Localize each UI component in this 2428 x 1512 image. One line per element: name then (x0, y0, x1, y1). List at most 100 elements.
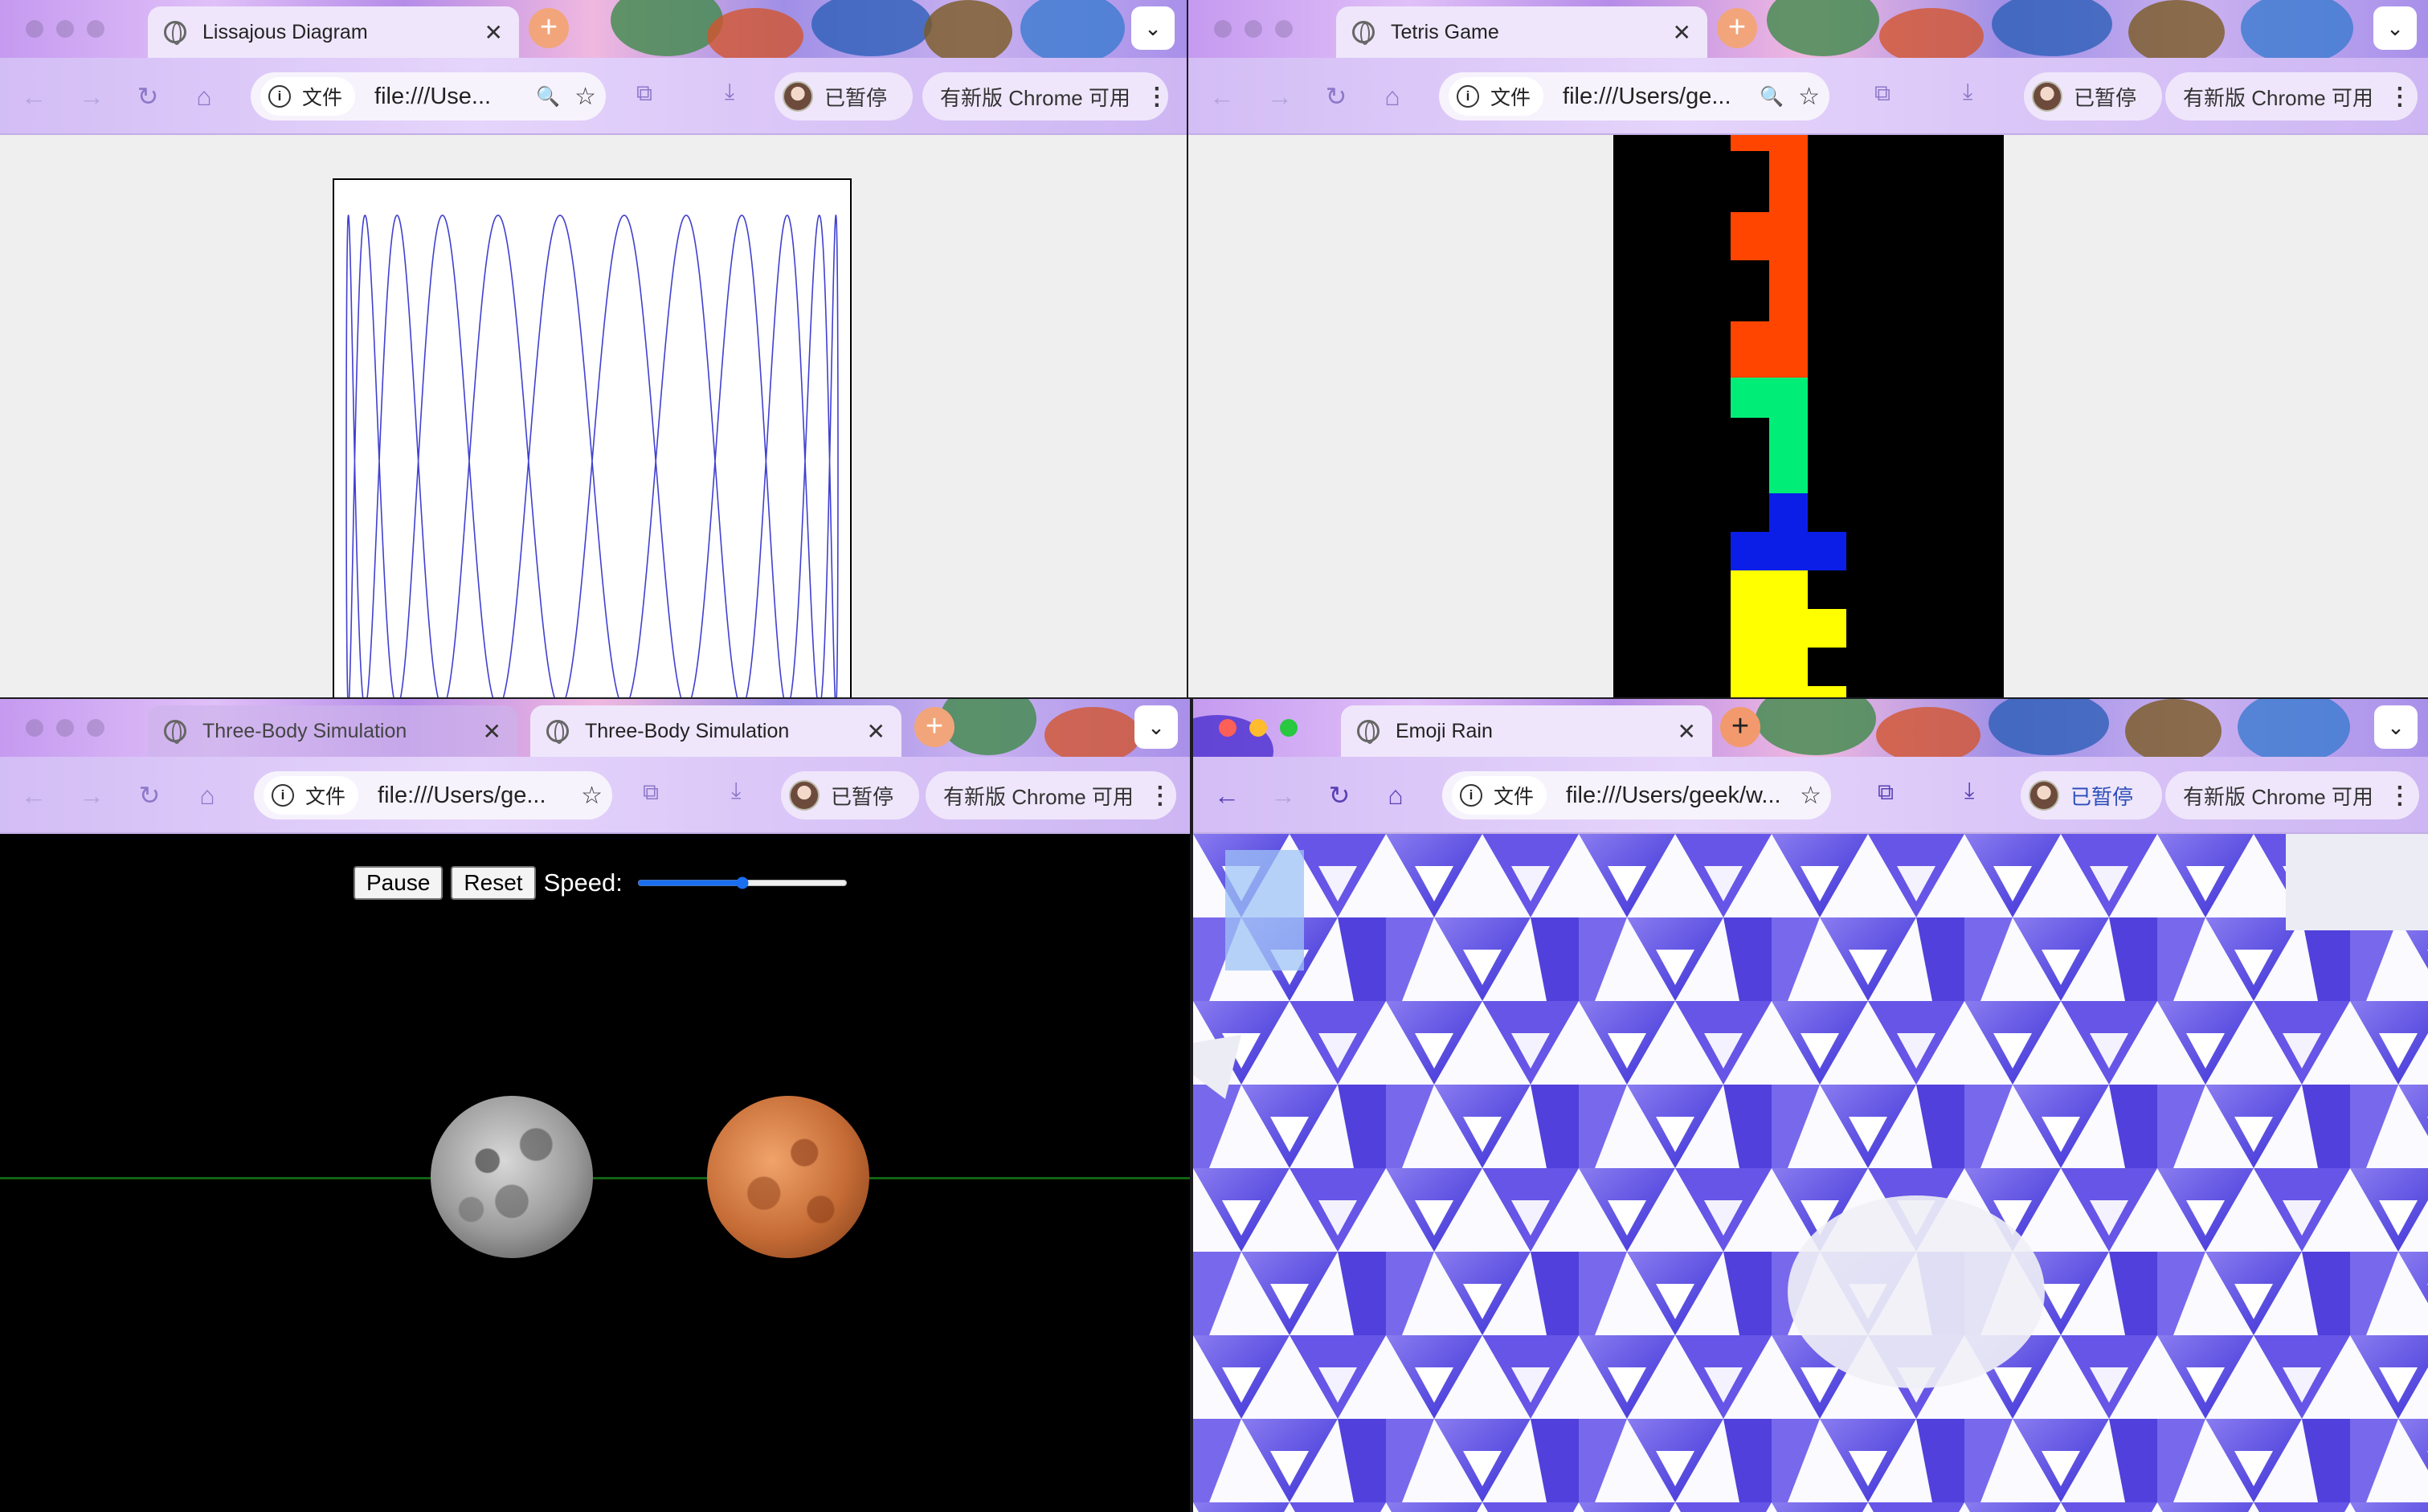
tab-strip: Three-Body Simulation ✕ Three-Body Simul… (0, 699, 1190, 757)
update-chrome-button[interactable]: 有新版 Chrome 可用 ⋮ (926, 771, 1176, 819)
close-window-icon[interactable] (26, 719, 43, 737)
tab-lissajous[interactable]: Lissajous Diagram ✕ (148, 6, 519, 58)
zoom-window-icon[interactable] (1275, 20, 1293, 38)
download-icon[interactable]: ⤓ (1964, 778, 1974, 804)
back-button[interactable]: ← (1209, 779, 1245, 811)
close-tab-icon[interactable]: ✕ (1673, 19, 1691, 46)
minimize-window-icon[interactable] (1249, 719, 1267, 737)
home-button[interactable]: ⌂ (186, 80, 222, 112)
menu-icon[interactable]: ⋮ (2388, 83, 2412, 111)
close-window-icon[interactable] (1219, 719, 1236, 737)
extensions-icon[interactable]: ⧉ (1878, 779, 1894, 806)
forward-button[interactable]: → (1262, 80, 1298, 112)
bookmark-star-icon[interactable]: ☆ (1800, 782, 1821, 810)
close-window-icon[interactable] (1214, 20, 1232, 38)
reset-button[interactable]: Reset (451, 866, 536, 900)
address-bar[interactable]: i 文件 file:///Users/geek/w... ☆ (1442, 771, 1831, 819)
home-button[interactable]: ⌂ (1375, 80, 1410, 112)
zoom-icon[interactable]: 🔍 (536, 85, 560, 108)
forward-button[interactable]: → (74, 80, 109, 112)
download-icon[interactable]: ⤓ (725, 79, 734, 105)
profile-button[interactable]: 已暂停 (2021, 771, 2162, 819)
profile-button[interactable]: 已暂停 (781, 771, 919, 819)
url-text[interactable]: file:///Use... (374, 84, 521, 110)
update-chrome-button[interactable]: 有新版 Chrome 可用 ⋮ (2165, 771, 2419, 819)
close-tab-icon[interactable]: ✕ (1678, 718, 1696, 745)
tab-search-button[interactable]: ⌄ (2374, 705, 2418, 749)
site-info-chip[interactable]: i 文件 (264, 776, 359, 815)
zoom-icon[interactable]: 🔍 (1760, 85, 1784, 108)
globe-icon (164, 21, 186, 45)
bookmark-star-icon[interactable]: ☆ (574, 83, 596, 111)
window-controls[interactable] (1214, 20, 1293, 38)
minimize-window-icon[interactable] (56, 719, 74, 737)
pattern-fill (1193, 834, 2428, 1512)
reload-button[interactable]: ↻ (132, 779, 167, 811)
window-controls[interactable] (1219, 719, 1298, 737)
site-info-chip[interactable]: i 文件 (260, 77, 356, 116)
minimize-window-icon[interactable] (1245, 20, 1262, 38)
url-text[interactable]: file:///Users/ge... (1563, 84, 1745, 110)
back-button[interactable]: ← (1204, 80, 1240, 112)
window-controls[interactable] (26, 20, 104, 38)
site-info-chip[interactable]: i 文件 (1449, 77, 1544, 116)
site-info-chip[interactable]: i 文件 (1452, 776, 1547, 815)
download-icon[interactable]: ⤓ (731, 778, 741, 804)
tab-search-button[interactable]: ⌄ (1131, 6, 1175, 50)
extensions-icon[interactable]: ⧉ (643, 779, 659, 806)
url-text[interactable]: file:///Users/ge... (378, 783, 566, 809)
tab-three-body-1[interactable]: Three-Body Simulation ✕ (148, 705, 517, 757)
tab-three-body-2[interactable]: Three-Body Simulation ✕ (530, 705, 901, 757)
close-tab-icon[interactable]: ✕ (867, 718, 885, 745)
tab-search-button[interactable]: ⌄ (2373, 6, 2417, 50)
address-bar[interactable]: i 文件 file:///Users/ge... ☆ (254, 771, 612, 819)
page-content: Pause Reset Speed: (0, 834, 1190, 1512)
menu-icon[interactable]: ⋮ (1148, 782, 1172, 810)
new-tab-button[interactable]: + (529, 8, 569, 48)
minimize-window-icon[interactable] (56, 20, 74, 38)
forward-button[interactable]: → (74, 779, 109, 811)
extensions-icon[interactable]: ⧉ (1874, 80, 1890, 107)
close-tab-icon[interactable]: ✕ (483, 718, 501, 745)
tab-title: Three-Body Simulation (585, 719, 790, 742)
toolbar: ← → ↻ ⌂ i 文件 file:///Users/ge... 🔍 ☆ ⧉ ⤓ … (1188, 58, 2428, 135)
extensions-icon[interactable]: ⧉ (636, 80, 652, 107)
speed-label: Speed: (543, 868, 623, 897)
zoom-window-icon[interactable] (1280, 719, 1298, 737)
pause-button[interactable]: Pause (354, 866, 443, 900)
window-controls[interactable] (26, 719, 104, 737)
close-window-icon[interactable] (26, 20, 43, 38)
bookmark-star-icon[interactable]: ☆ (1798, 83, 1820, 111)
menu-icon[interactable]: ⋮ (2388, 782, 2412, 810)
bookmark-star-icon[interactable]: ☆ (581, 782, 603, 810)
reload-button[interactable]: ↻ (1318, 80, 1354, 112)
profile-button[interactable]: 已暂停 (775, 72, 913, 121)
back-button[interactable]: ← (16, 779, 51, 811)
update-chrome-button[interactable]: 有新版 Chrome 可用 ⋮ (922, 72, 1169, 121)
reload-button[interactable]: ↻ (130, 80, 166, 112)
close-tab-icon[interactable]: ✕ (484, 19, 503, 46)
home-button[interactable]: ⌂ (190, 779, 225, 811)
address-bar[interactable]: i 文件 file:///Use... 🔍 ☆ (251, 72, 606, 121)
reload-button[interactable]: ↻ (1322, 779, 1357, 811)
home-button[interactable]: ⌂ (1378, 779, 1413, 811)
forward-button[interactable]: → (1265, 779, 1301, 811)
speed-slider[interactable] (636, 877, 848, 889)
download-icon[interactable]: ⤓ (1963, 79, 1972, 105)
new-tab-button[interactable]: + (914, 707, 954, 747)
profile-button[interactable]: 已暂停 (2024, 72, 2162, 121)
back-button[interactable]: ← (16, 80, 51, 112)
tab-search-button[interactable]: ⌄ (1134, 705, 1178, 749)
new-tab-button[interactable]: + (1717, 8, 1757, 48)
zoom-window-icon[interactable] (87, 719, 104, 737)
address-bar[interactable]: i 文件 file:///Users/ge... 🔍 ☆ (1439, 72, 1829, 121)
tab-tetris[interactable]: Tetris Game ✕ (1336, 6, 1707, 58)
tetris-pieces (1731, 135, 1846, 697)
tab-emoji-rain[interactable]: Emoji Rain ✕ (1341, 705, 1712, 757)
update-chrome-button[interactable]: 有新版 Chrome 可用 ⋮ (2165, 72, 2418, 121)
info-icon: i (268, 85, 291, 108)
zoom-window-icon[interactable] (87, 20, 104, 38)
url-text[interactable]: file:///Users/geek/w... (1566, 783, 1785, 809)
new-tab-button[interactable]: + (1720, 707, 1760, 747)
menu-icon[interactable]: ⋮ (1145, 83, 1169, 111)
